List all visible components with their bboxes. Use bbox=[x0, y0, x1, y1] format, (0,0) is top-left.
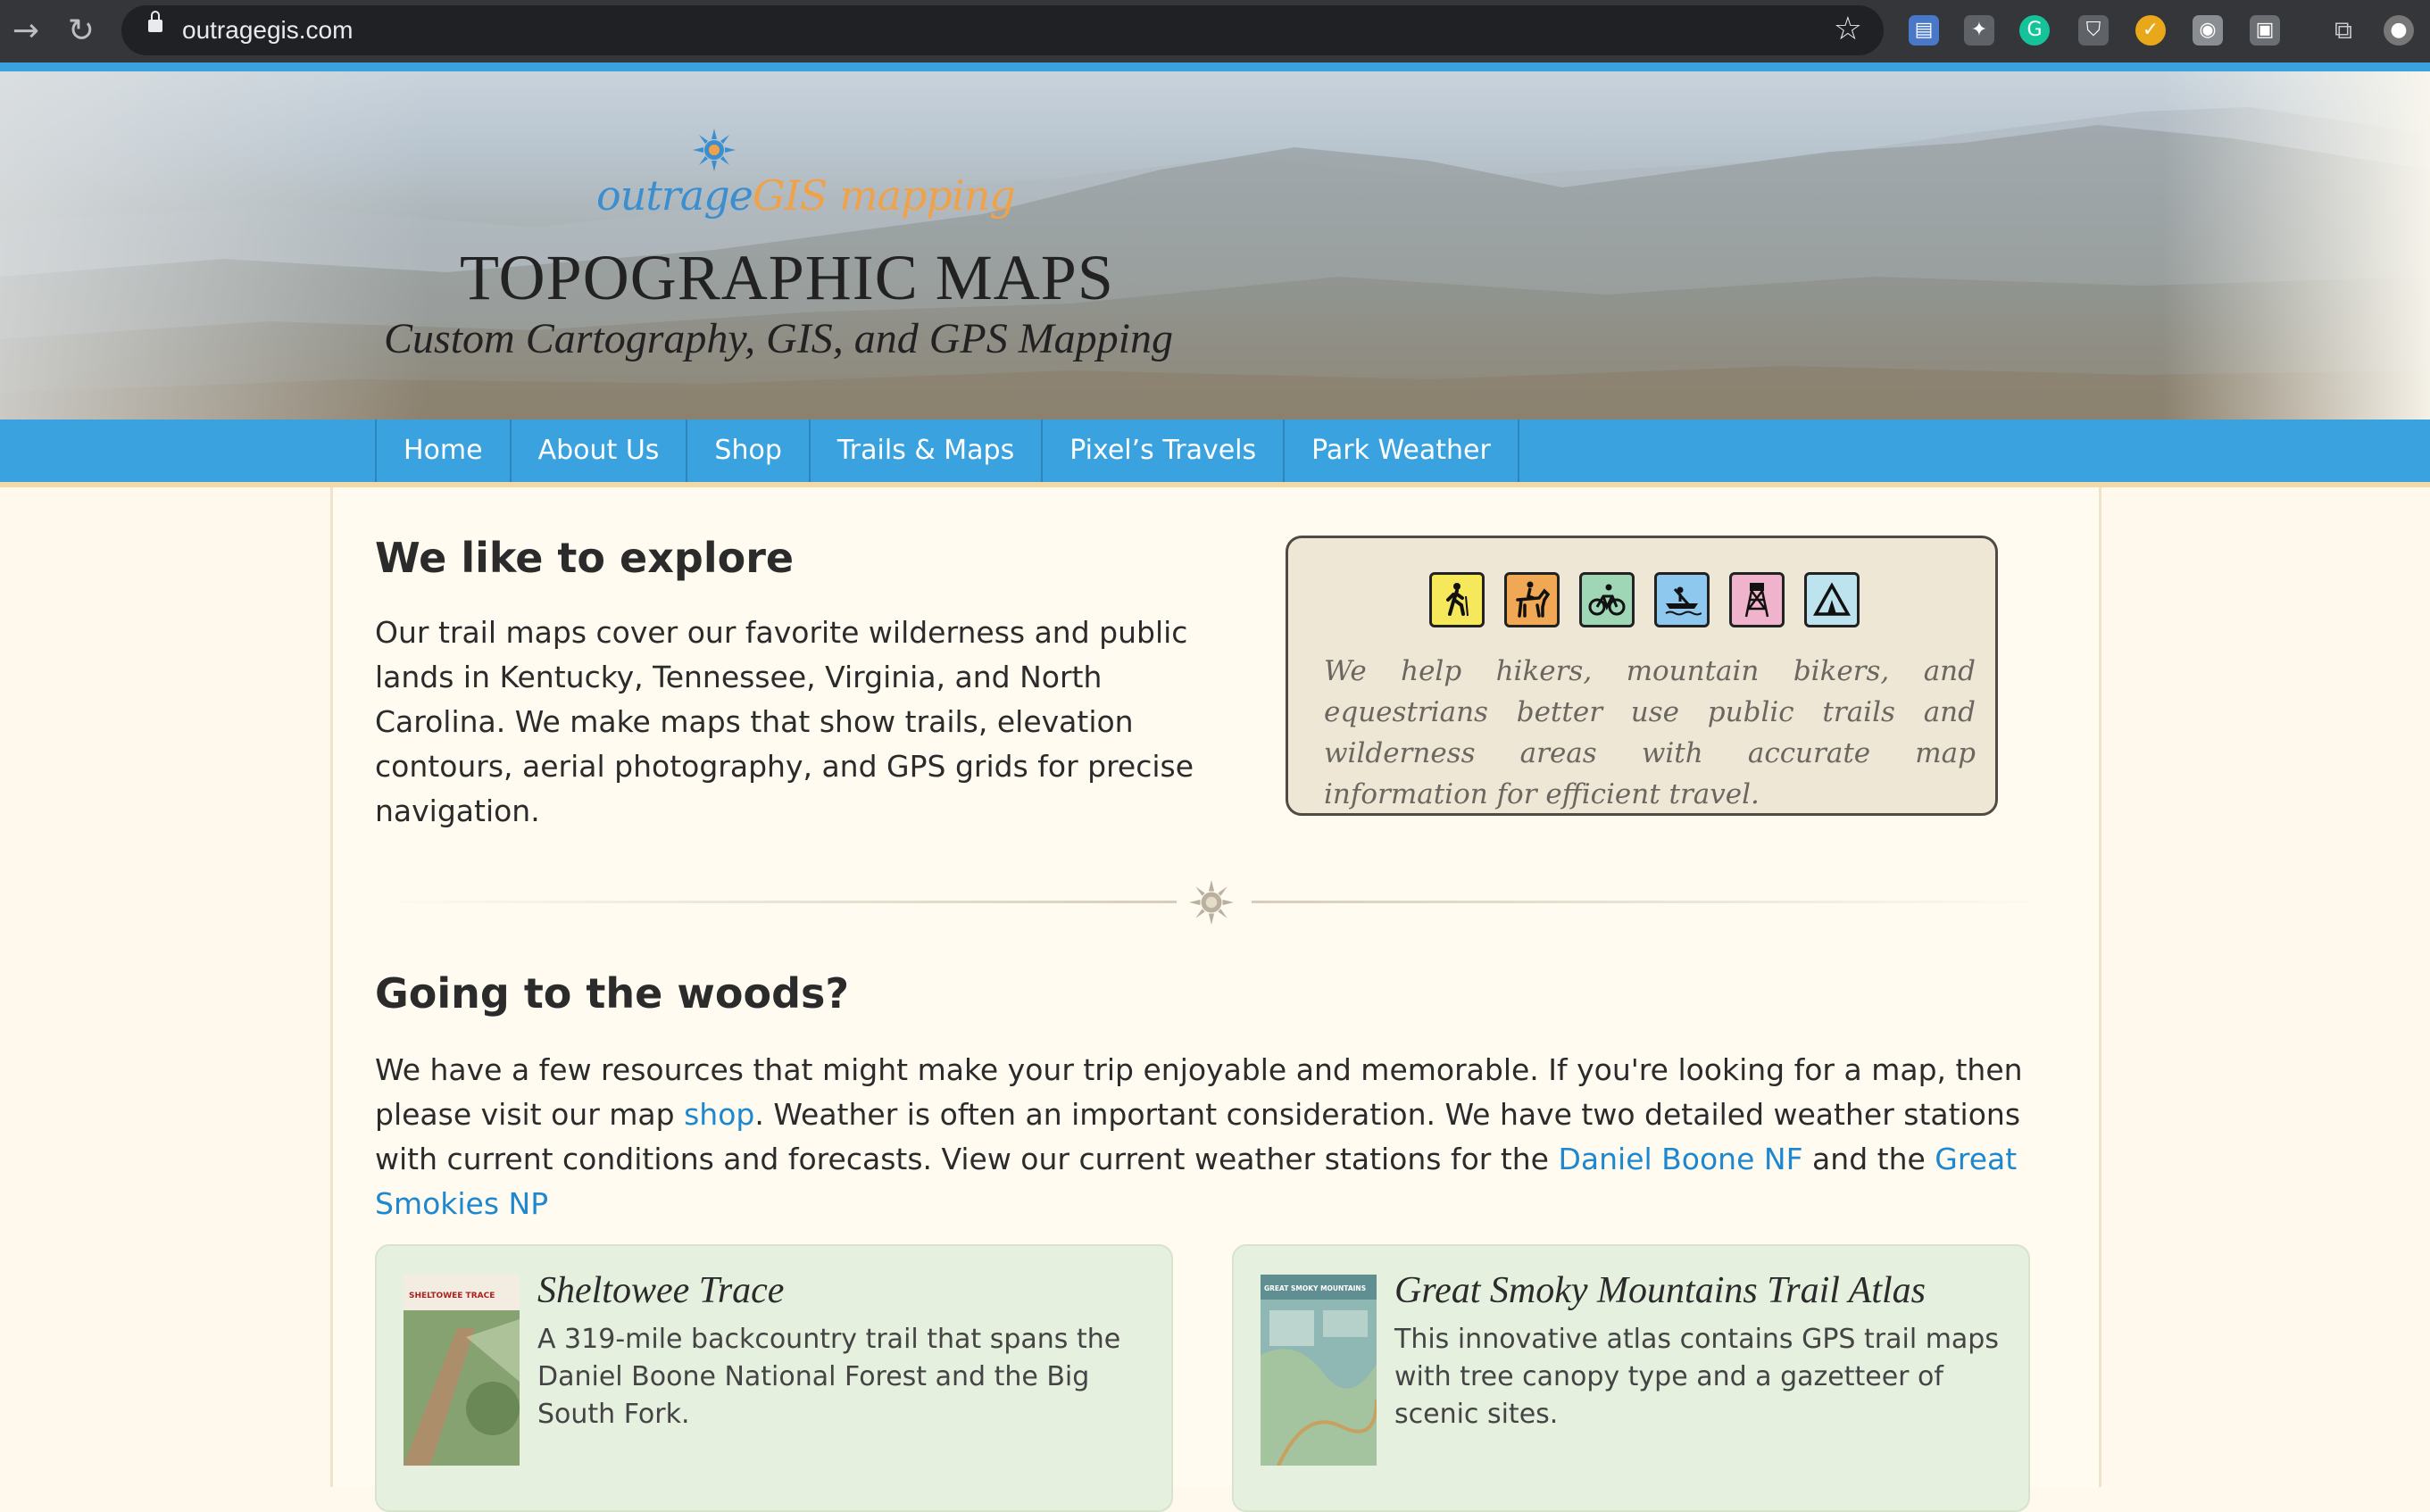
grammarly-icon[interactable]: G bbox=[2019, 15, 2050, 46]
nav-home[interactable]: Home bbox=[377, 420, 512, 482]
logo-gis-mapping: GIS mapping bbox=[752, 171, 1016, 220]
explore-paragraph: Our trail maps cover our favorite wilder… bbox=[375, 615, 1194, 828]
card-description: A 319-mile backcountry trail that spans … bbox=[537, 1324, 1121, 1430]
divider-line-left bbox=[375, 901, 1177, 903]
canoe-icon bbox=[1654, 572, 1710, 627]
site-logo[interactable]: outrageGIS mapping bbox=[596, 171, 1016, 220]
card-title[interactable]: Great Smoky Mountains Trail Atlas bbox=[1394, 1269, 1926, 1312]
header-fade-right bbox=[2162, 71, 2430, 420]
fire-tower-icon bbox=[1729, 572, 1785, 627]
extension-icon[interactable]: ⛉ bbox=[2078, 15, 2109, 46]
card-description: This innovative atlas contains GPS trail… bbox=[1394, 1324, 1999, 1430]
sun-divider-icon bbox=[1189, 880, 1234, 925]
bookmark-star-icon[interactable]: ☆ bbox=[1834, 11, 1862, 47]
extension-icon[interactable]: ✓ bbox=[2135, 15, 2166, 46]
bicycle-icon bbox=[1579, 572, 1635, 627]
main-nav: Home About Us Shop Trails & Maps Pixel’s… bbox=[0, 420, 2430, 487]
nav-shop[interactable]: Shop bbox=[687, 420, 811, 482]
extension-icon[interactable]: ▣ bbox=[2250, 15, 2280, 46]
extension-icon[interactable]: ✦ bbox=[1964, 15, 1994, 46]
nav-trails-maps[interactable]: Trails & Maps bbox=[811, 420, 1044, 482]
divider-line-right bbox=[1252, 901, 2053, 903]
header-fade-left bbox=[0, 71, 429, 420]
woods-text-3: and the bbox=[1802, 1142, 1935, 1176]
horse-rider-icon bbox=[1504, 572, 1560, 627]
address-bar[interactable]: outragegis.com ☆ bbox=[121, 5, 1884, 55]
nav-about-us[interactable]: About Us bbox=[512, 420, 688, 482]
site-header: outrageGIS mapping TOPOGRAPHIC MAPS Cust… bbox=[0, 62, 2430, 420]
browser-toolbar: → ↻ outragegis.com ☆ ▤ ✦ G ⛉ ✓ ◉ ▣ ⧉ ● bbox=[0, 0, 2430, 62]
hiker-icon bbox=[1429, 572, 1485, 627]
address-url[interactable]: outragegis.com bbox=[182, 16, 353, 45]
nav-park-weather[interactable]: Park Weather bbox=[1285, 420, 1519, 482]
profile-avatar-icon[interactable]: ● bbox=[2384, 15, 2414, 46]
product-card-sheltowee[interactable]: SHELTOWEE TRACE Sheltowee Trace A 319-mi… bbox=[375, 1244, 1173, 1512]
smoky-atlas-thumbnail[interactable]: GREAT SMOKY MOUNTAINS bbox=[1261, 1275, 1377, 1466]
daniel-boone-link[interactable]: Daniel Boone NF bbox=[1558, 1142, 1802, 1176]
site-title: TOPOGRAPHIC MAPS bbox=[460, 242, 1114, 313]
woods-paragraph: We have a few resources that might make … bbox=[375, 1048, 2053, 1226]
nav-pixels-travels[interactable]: Pixel’s Travels bbox=[1043, 420, 1286, 482]
cast-icon[interactable]: ⧉ bbox=[2328, 15, 2359, 46]
callout-text: We help hikers, mountain bikers, and equ… bbox=[1324, 655, 1976, 810]
product-card-smoky-atlas[interactable]: GREAT SMOKY MOUNTAINS Great Smoky Mounta… bbox=[1232, 1244, 2030, 1512]
site-subtitle: Custom Cartography, GIS, and GPS Mapping bbox=[384, 315, 1174, 362]
sheltowee-thumb-title: SHELTOWEE TRACE bbox=[409, 1292, 495, 1300]
card-title[interactable]: Sheltowee Trace bbox=[537, 1269, 784, 1312]
sun-logo-icon bbox=[693, 129, 736, 171]
explore-heading: We like to explore bbox=[375, 534, 795, 582]
campsite-tent-icon bbox=[1804, 572, 1860, 627]
woods-heading: Going to the woods? bbox=[375, 969, 850, 1018]
extension-icon[interactable]: ▤ bbox=[1909, 15, 1939, 46]
activity-icons bbox=[1429, 572, 1860, 627]
callout-box: We help hikers, mountain bikers, and equ… bbox=[1286, 536, 1998, 816]
sheltowee-map-thumbnail[interactable]: SHELTOWEE TRACE bbox=[404, 1275, 520, 1466]
extension-icon[interactable]: ◉ bbox=[2193, 15, 2223, 46]
back-arrow-icon[interactable]: → bbox=[7, 12, 45, 50]
lock-icon bbox=[148, 11, 162, 32]
logo-outrage: outrage bbox=[596, 171, 753, 220]
reload-icon[interactable]: ↻ bbox=[62, 12, 100, 50]
smoky-thumb-title: GREAT SMOKY MOUNTAINS bbox=[1264, 1284, 1366, 1292]
shop-link[interactable]: shop bbox=[684, 1097, 754, 1132]
